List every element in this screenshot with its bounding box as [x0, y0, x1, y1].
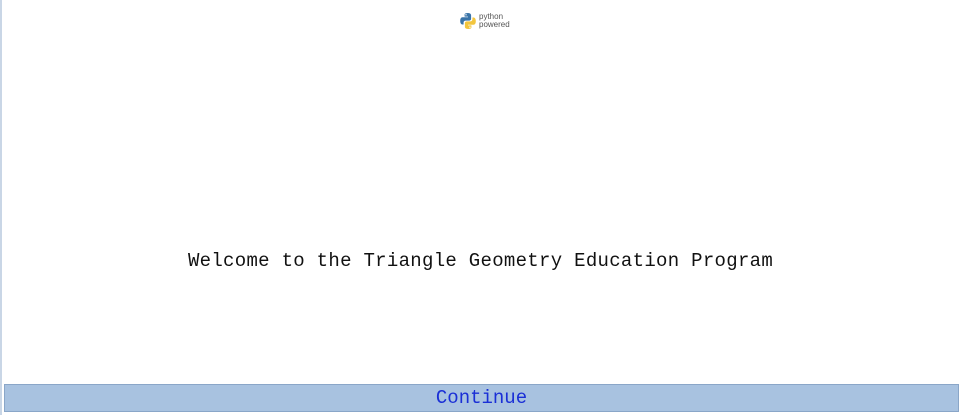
python-logo-icon — [459, 12, 477, 30]
app-window: python powered Welcome to the Triangle G… — [0, 0, 961, 415]
logo-text-powered: powered — [479, 20, 510, 29]
continue-button[interactable]: Continue — [4, 384, 959, 412]
python-powered-logo: python powered — [459, 12, 510, 30]
welcome-message: Welcome to the Triangle Geometry Educati… — [187, 250, 774, 272]
logo-text: python powered — [479, 13, 510, 29]
window-left-border — [0, 0, 2, 415]
